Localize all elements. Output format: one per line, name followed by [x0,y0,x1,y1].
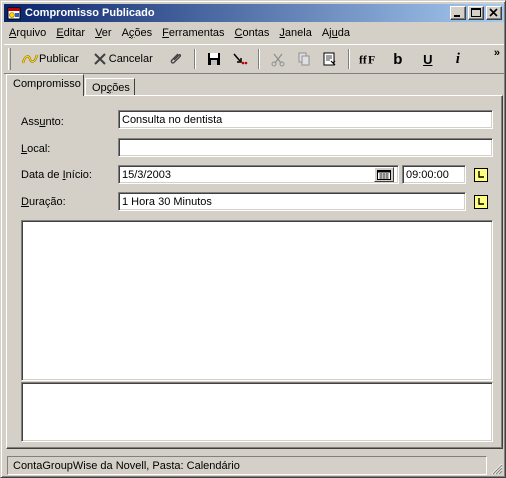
toolbar-separator [257,49,260,69]
status-text: ContaGroupWise da Novell, Pasta: Calendá… [7,456,487,475]
menu-editar[interactable]: Editar [51,24,90,42]
menu-bar: Arquivo Editar Ver Ações Ferramentas Con… [4,24,504,42]
scissors-icon [269,50,287,68]
secondary-textarea[interactable] [21,382,493,442]
svg-text:ff: ff [359,54,367,67]
italic-icon: i [455,50,460,67]
menu-janela[interactable]: Janela [274,24,316,42]
paste-button[interactable] [317,48,343,70]
attach-button[interactable] [163,48,189,70]
calendar-icon [377,169,391,180]
message-body-textarea[interactable] [21,220,493,381]
menu-ajuda[interactable]: Ajuda [317,24,355,42]
start-date-label: Data de Início: [21,169,92,181]
subject-input[interactable]: Consulta no dentista [118,110,493,129]
toolbar-grip[interactable] [8,48,11,70]
window-title: Compromisso Publicado [25,7,155,19]
paste-icon [321,50,339,68]
title-bar[interactable]: Compromisso Publicado [4,4,504,22]
appointment-icon [7,6,21,20]
menu-contas[interactable]: Contas [230,24,275,42]
clock-icon [474,168,488,182]
duration-input[interactable]: 1 Hora 30 Minutos [118,192,466,211]
subject-label: Assunto: [21,116,64,128]
clock-icon [474,195,488,209]
start-time-input[interactable]: 09:00:00 [402,165,466,184]
location-label: Local: [21,143,51,155]
minimize-button[interactable] [450,6,466,20]
minimize-icon [454,15,460,17]
floppy-disk-icon [205,50,223,68]
publish-label: Publicar [39,53,79,65]
publish-button[interactable]: Publicar [17,48,83,70]
cancel-label: Cancelar [108,53,153,65]
maximize-icon [471,8,481,17]
copy-icon [295,50,313,68]
tab-opcoes[interactable]: Opções [85,78,135,96]
menu-acoes[interactable]: Ações [117,24,158,42]
cancel-x-icon [91,50,109,68]
italic-button[interactable]: i [445,48,471,70]
time-picker-button[interactable] [474,168,488,182]
font-icon: ff F [359,50,377,68]
svg-text:F: F [368,54,375,67]
menu-arquivo[interactable]: Arquivo [4,24,51,42]
calendar-picker-button[interactable] [374,167,394,182]
appointment-panel: Assunto: Consulta no dentista Local: Dat… [6,95,503,449]
publish-icon [21,50,39,68]
toolbar: Publicar Cancelar ff F b U i » [4,44,504,74]
menu-ver[interactable]: Ver [90,24,117,42]
duration-label: Duração: [21,196,66,208]
tab-opcoes-label: Opções [92,82,130,94]
paperclip-icon [167,50,185,68]
close-icon [489,8,498,17]
cut-button[interactable] [265,48,291,70]
copy-button[interactable] [291,48,317,70]
menu-ferramentas[interactable]: Ferramentas [157,24,229,42]
save-button[interactable] [201,48,227,70]
font-button[interactable]: ff F [355,48,381,70]
underline-button[interactable]: U [415,48,441,70]
toolbar-separator [193,49,196,69]
tab-compromisso-label: Compromisso [13,78,81,90]
cancel-button[interactable]: Cancelar [87,48,157,70]
start-date-input[interactable]: 15/3/2003 [118,165,399,184]
tab-compromisso[interactable]: Compromisso [6,74,84,96]
send-arrow-icon [231,50,249,68]
close-button[interactable] [486,6,502,20]
appointment-window: Compromisso Publicado Arquivo Editar Ver… [0,0,506,478]
bold-icon: b [393,50,403,68]
toolbar-separator [347,49,350,69]
bold-button[interactable]: b [385,48,411,70]
location-input[interactable] [118,138,493,157]
toolbar-overflow-chevron[interactable]: » [494,47,500,59]
send-to-button[interactable] [227,48,253,70]
underline-icon: U [423,51,433,67]
maximize-button[interactable] [468,6,484,20]
status-bar: ContaGroupWise da Novell, Pasta: Calendá… [4,454,504,476]
resize-grip-icon[interactable] [490,462,503,475]
duration-picker-button[interactable] [474,195,488,209]
